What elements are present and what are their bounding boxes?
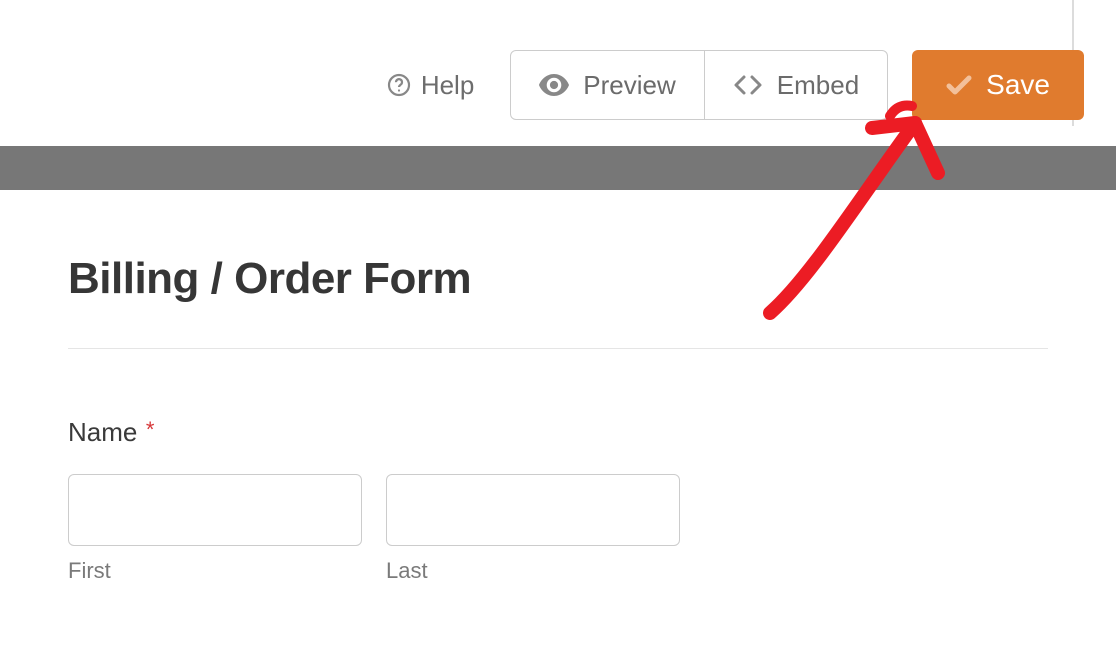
save-button[interactable]: Save	[912, 50, 1084, 120]
field-label: Name	[68, 417, 137, 447]
title-divider	[68, 348, 1048, 349]
check-icon	[946, 74, 972, 96]
field-label-row: Name *	[68, 417, 1048, 448]
form-title: Billing / Order Form	[68, 254, 1048, 304]
form-panel: Billing / Order Form Name * First Last	[20, 190, 1096, 656]
app-root: Help Preview Embed Save Bil	[0, 0, 1116, 656]
last-name-input[interactable]	[386, 474, 680, 546]
required-marker: *	[146, 417, 155, 442]
first-name-subfield: First	[68, 474, 362, 584]
help-label: Help	[421, 70, 474, 101]
field-name: Name * First Last	[68, 417, 1048, 584]
toolbar: Help Preview Embed Save	[387, 50, 1084, 120]
preview-embed-group: Preview Embed	[510, 50, 888, 120]
first-name-sublabel: First	[68, 558, 362, 584]
help-link[interactable]: Help	[387, 70, 474, 101]
first-name-input[interactable]	[68, 474, 362, 546]
embed-label: Embed	[777, 70, 859, 101]
question-circle-icon	[387, 73, 411, 97]
name-inputs-row: First Last	[68, 474, 1048, 584]
eye-icon	[539, 74, 569, 96]
last-name-sublabel: Last	[386, 558, 680, 584]
preview-label: Preview	[583, 70, 675, 101]
divider-bar	[0, 146, 1116, 190]
save-label: Save	[986, 69, 1050, 101]
code-icon	[733, 74, 763, 96]
preview-button[interactable]: Preview	[510, 50, 704, 120]
embed-button[interactable]: Embed	[705, 50, 888, 120]
last-name-subfield: Last	[386, 474, 680, 584]
